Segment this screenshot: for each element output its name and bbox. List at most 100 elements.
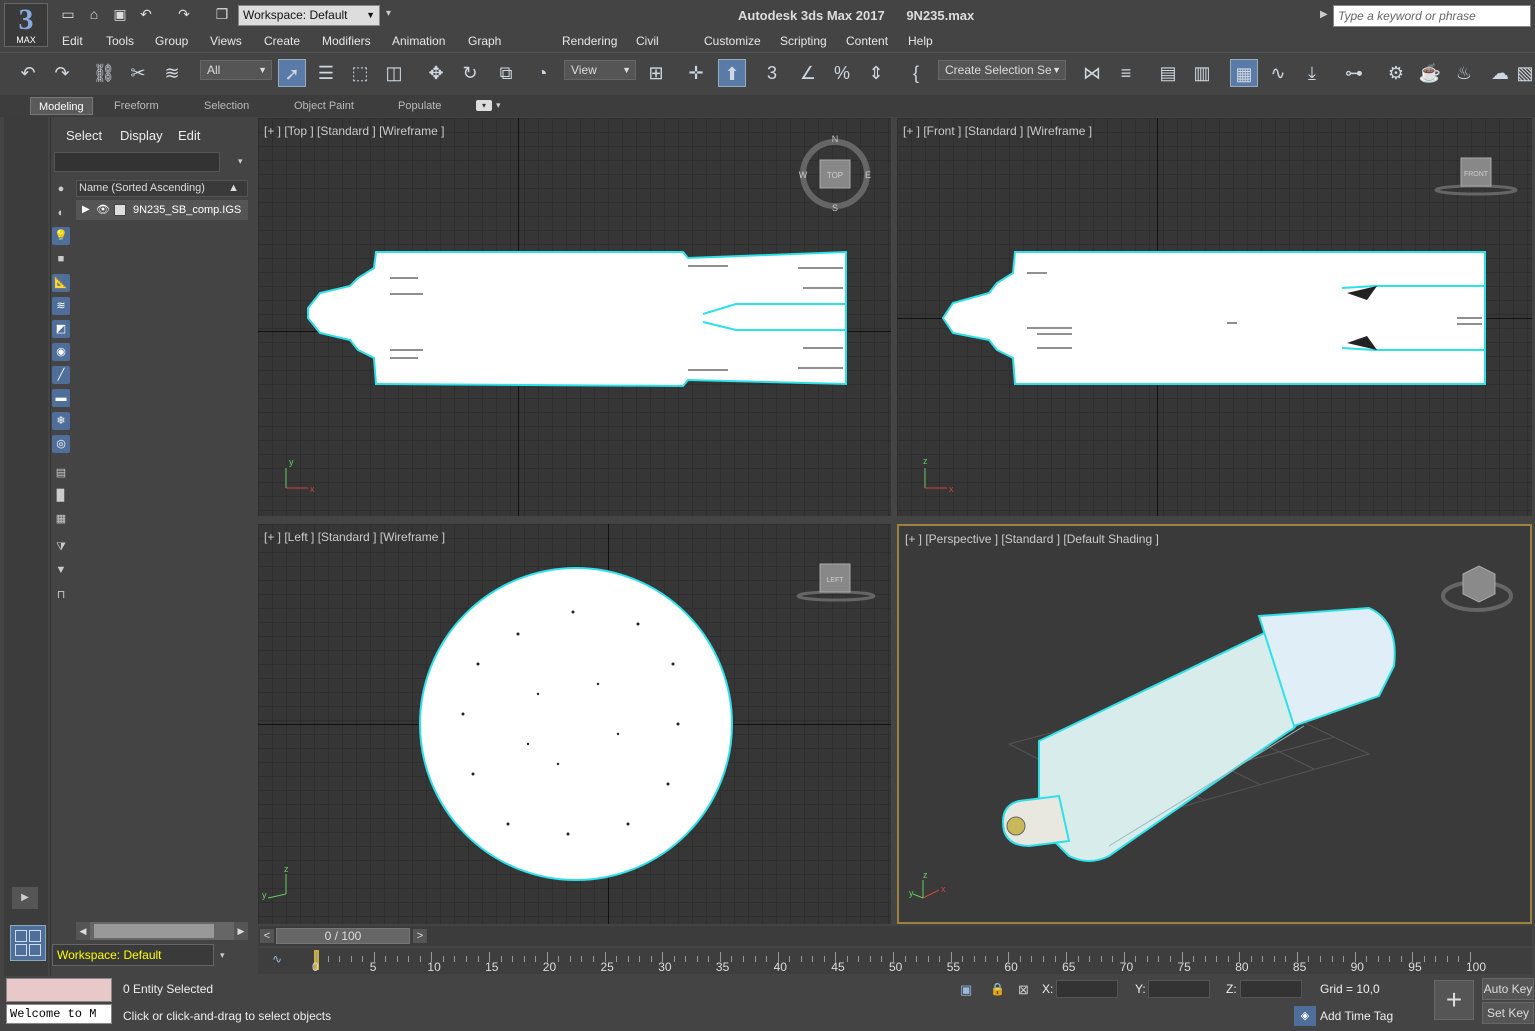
toggle-ribbon-icon[interactable]: ▦ <box>1230 59 1258 87</box>
tab-selection[interactable]: Selection <box>196 97 257 115</box>
filter-icon[interactable]: ▼ <box>52 561 70 579</box>
align-icon[interactable]: ≡ <box>1112 59 1140 87</box>
project-folder-icon[interactable]: ❐ <box>214 6 230 22</box>
open-file-icon[interactable]: ⌂ <box>86 6 102 22</box>
menu-civil-view[interactable]: Civil View <box>636 32 662 67</box>
time-tag-icon[interactable]: ◈ <box>1294 1006 1316 1026</box>
auto-key-button[interactable]: Auto Key <box>1482 978 1534 1000</box>
geometry-filter-icon[interactable]: ◐ <box>52 204 70 222</box>
viewcube-left[interactable]: LEFT <box>794 562 884 608</box>
scene-explorer-menu-edit[interactable]: Edit <box>178 128 200 143</box>
viewport-label-perspective[interactable]: [+ ] [Perspective ] [Standard ] [Default… <box>905 532 1159 546</box>
expand-panel-icon[interactable]: ▶ <box>12 887 38 909</box>
x-coord-field[interactable] <box>1056 980 1118 998</box>
horizontal-scrollbar[interactable]: ◀ ▶ <box>76 922 248 940</box>
chevron-down-icon[interactable]: ▾ <box>220 950 225 961</box>
angle-snap-icon[interactable]: ∠ <box>794 59 822 87</box>
scroll-left-icon[interactable]: ◀ <box>76 922 90 940</box>
chevron-down-icon[interactable]: ▾ <box>496 100 501 111</box>
viewport-left[interactable]: [+ ] [Left ] [Standard ] [Wireframe ] z … <box>258 524 891 924</box>
save-file-icon[interactable]: ▣ <box>112 6 128 22</box>
viewcube-perspective[interactable] <box>1439 560 1515 616</box>
scene-explorer-menu-display[interactable]: Display <box>120 128 163 143</box>
expand-arrow-icon[interactable]: ▶ <box>82 200 90 220</box>
select-and-link-icon[interactable]: ⛓ <box>90 59 118 87</box>
edit-named-selection-icon[interactable]: { <box>902 59 930 87</box>
spinner-snap-icon[interactable]: ⇕ <box>862 59 890 87</box>
material-editor-icon[interactable]: ⚙ <box>1382 59 1410 87</box>
time-slider-prev-button[interactable]: < <box>260 929 274 943</box>
display-children-icon[interactable]: ▤ <box>52 464 70 482</box>
list-item[interactable]: ▶ 👁 9N235_SB_comp.IGS <box>76 200 248 220</box>
select-by-name-icon[interactable]: ☰ <box>312 59 340 87</box>
maxscript-listener-output[interactable]: Welcome to M <box>6 1004 112 1024</box>
set-key-button[interactable]: Set Key <box>1482 1002 1534 1024</box>
named-selection-set-dropdown[interactable]: Create Selection Se ▼ <box>938 60 1066 80</box>
tab-populate[interactable]: Populate <box>390 97 449 115</box>
undo-icon[interactable]: ↶ <box>14 59 42 87</box>
move-icon[interactable]: ✥ <box>422 59 450 87</box>
new-file-icon[interactable]: ▭ <box>60 6 76 22</box>
set-key-large-icon[interactable]: + <box>1434 980 1474 1020</box>
menu-tools[interactable]: Tools <box>106 32 134 52</box>
place-icon[interactable]: ◔ <box>528 59 556 87</box>
menu-scripting[interactable]: Scripting <box>780 32 827 52</box>
add-time-tag-button[interactable]: Add Time Tag <box>1320 1009 1393 1023</box>
viewcube-top[interactable]: TOP N S E W <box>798 132 872 212</box>
workspace-bottom-dropdown[interactable]: Workspace: Default <box>52 944 214 966</box>
time-slider-next-button[interactable]: > <box>413 929 427 943</box>
maxscript-listener-input[interactable] <box>6 978 112 1002</box>
menu-help[interactable]: Help <box>908 32 933 52</box>
menu-modifiers[interactable]: Modifiers <box>322 32 371 52</box>
customize-quick-access-icon[interactable]: ▾ <box>386 8 391 19</box>
keyboard-shortcut-override-icon[interactable]: ⬆ <box>718 59 746 87</box>
scrollbar-thumb[interactable] <box>94 924 214 938</box>
render-in-cloud-icon[interactable]: ▧ <box>1516 59 1534 87</box>
app-logo-button[interactable]: 3 MAX <box>4 3 48 47</box>
select-all-icon[interactable]: ⊓ <box>52 586 70 604</box>
menu-content[interactable]: Content <box>846 32 888 52</box>
tab-freeform[interactable]: Freeform <box>106 97 167 115</box>
search-expand-icon[interactable]: ▶ <box>1320 9 1328 20</box>
menu-group[interactable]: Group <box>155 32 188 52</box>
render-setup-icon[interactable]: ☕ <box>1416 59 1444 87</box>
eye-icon[interactable]: 👁 <box>96 200 110 220</box>
reference-coordinate-dropdown[interactable]: View ▼ <box>564 60 636 80</box>
viewport-top[interactable]: [+ ] [Top ] [Standard ] [Wireframe ] y x… <box>258 118 891 516</box>
mirror-icon[interactable]: ⋈ <box>1078 59 1106 87</box>
ribbon-options-icon[interactable]: ▾ <box>476 100 492 111</box>
menu-edit[interactable]: Edit <box>62 32 83 52</box>
tab-object-paint[interactable]: Object Paint <box>286 97 362 115</box>
camera-filter-icon[interactable]: ■ <box>52 250 70 268</box>
scene-explorer-search-field[interactable] <box>54 152 220 172</box>
bind-to-space-warp-icon[interactable]: ≋ <box>158 59 186 87</box>
select-manipulate-icon[interactable]: ✛ <box>682 59 710 87</box>
y-coord-field[interactable] <box>1148 980 1210 998</box>
search-input[interactable]: Type a keyword or phrase <box>1333 5 1531 27</box>
curve-editor-icon[interactable]: ∿ <box>1264 59 1292 87</box>
curve-editor-mini-icon[interactable]: ∿ <box>272 952 282 966</box>
viewport-front[interactable]: [+ ] [Front ] [Standard ] [Wireframe ] z… <box>897 118 1532 516</box>
absolute-transform-icon[interactable]: ⊠ <box>1018 982 1029 998</box>
z-coord-field[interactable] <box>1240 980 1302 998</box>
viewport-label-left[interactable]: [+ ] [Left ] [Standard ] [Wireframe ] <box>264 530 445 544</box>
track-bar[interactable]: ∿ 0 5 10 15 20 25 30 35 40 45 50 55 60 65 70 75 80 85 90 95… <box>258 948 1532 974</box>
viewport-label-front[interactable]: [+ ] [Front ] [Standard ] [Wireframe ] <box>903 124 1092 138</box>
menu-animation[interactable]: Animation <box>392 32 445 52</box>
menu-graph-editors[interactable]: Graph Editors <box>468 32 505 67</box>
frozen-filter-icon[interactable]: ❄ <box>52 412 70 430</box>
bone-filter-icon[interactable]: ╱ <box>52 366 70 384</box>
viewport-layout-icon[interactable] <box>10 925 46 961</box>
window-crossing-icon[interactable]: ◫ <box>380 59 408 87</box>
group-filter-icon[interactable]: ◩ <box>52 320 70 338</box>
viewport-label-top[interactable]: [+ ] [Top ] [Standard ] [Wireframe ] <box>264 124 444 138</box>
undo-icon[interactable]: ↶ <box>138 6 154 22</box>
selection-filter-dropdown[interactable]: All ▼ <box>200 60 272 80</box>
redo-icon[interactable]: ↷ <box>176 6 192 22</box>
menu-views[interactable]: Views <box>210 32 242 52</box>
percent-snap-icon[interactable]: % <box>828 59 856 87</box>
isolate-selection-icon[interactable]: ▣ <box>960 982 972 998</box>
viewport-perspective[interactable]: [+ ] [Perspective ] [Standard ] [Default… <box>897 524 1532 924</box>
viewcube-front[interactable]: FRONT <box>1431 156 1521 202</box>
snaps-toggle-icon[interactable]: 3 <box>758 59 786 87</box>
